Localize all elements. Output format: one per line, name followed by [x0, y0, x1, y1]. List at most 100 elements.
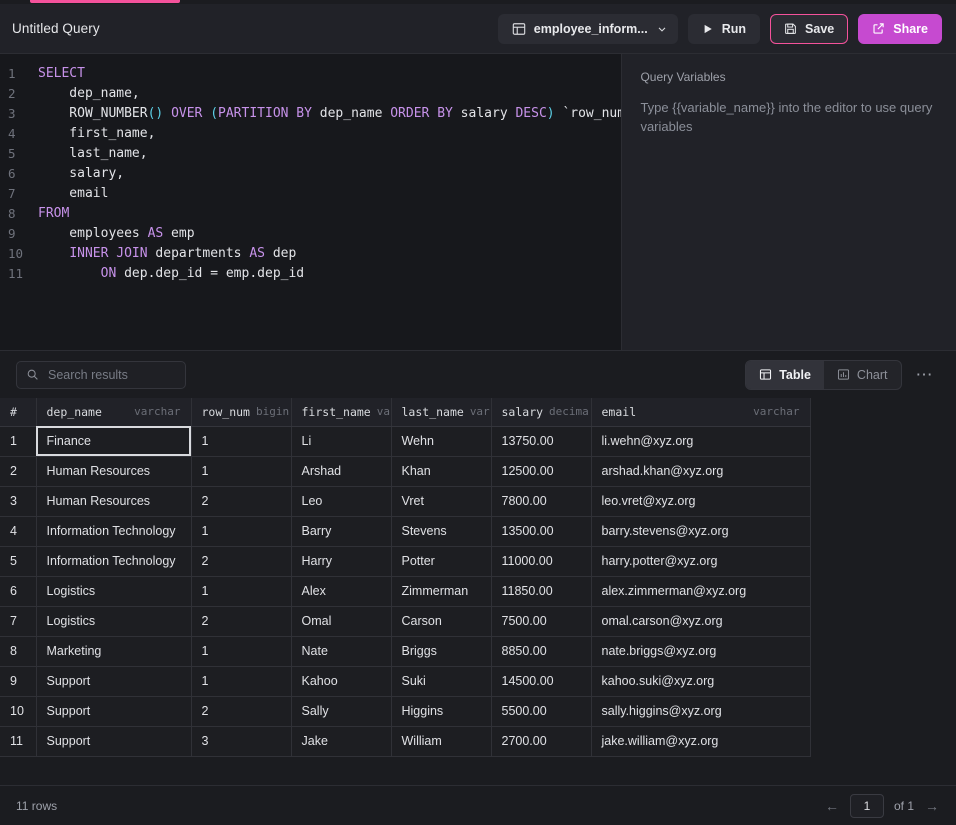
cell-first_name[interactable]: Sally [291, 696, 392, 727]
cell-row_num[interactable]: 1 [191, 516, 292, 547]
cell-first_name[interactable]: Arshad [291, 456, 392, 487]
cell-dep_name[interactable]: Logistics [36, 576, 192, 607]
column-header-dep_name[interactable]: dep_name varchar [36, 398, 192, 427]
database-selector[interactable]: employee_inform... [497, 13, 678, 44]
cell-email[interactable]: leo.vret@xyz.org [591, 486, 811, 517]
cell-dep_name[interactable]: Human Resources [36, 486, 192, 517]
cell-salary[interactable]: 11850.00 [491, 576, 592, 607]
cell-salary[interactable]: 13500.00 [491, 516, 592, 547]
cell-last_name[interactable]: Carson [391, 606, 492, 637]
cell-email[interactable]: li.wehn@xyz.org [591, 426, 811, 457]
search-icon [26, 368, 39, 381]
cell-first_name[interactable]: Omal [291, 606, 392, 637]
cell-row_num[interactable]: 2 [191, 606, 292, 637]
save-button[interactable]: Save [770, 13, 849, 44]
cell-row_num[interactable]: 1 [191, 426, 292, 457]
cell-dep_name[interactable]: Human Resources [36, 456, 192, 487]
column-header-last_name[interactable]: last_name var [391, 398, 492, 427]
cell-email[interactable]: kahoo.suki@xyz.org [591, 666, 811, 697]
share-button[interactable]: Share [858, 13, 942, 44]
table-row[interactable]: 3 Human Resources 2 Leo Vret 7800.00 leo.vret@… [0, 486, 811, 517]
run-button[interactable]: Run [687, 13, 761, 44]
cell-email[interactable]: sally.higgins@xyz.org [591, 696, 811, 727]
cell-email[interactable]: alex.zimmerman@xyz.org [591, 576, 811, 607]
cell-row_num[interactable]: 1 [191, 456, 292, 487]
cell-salary[interactable]: 14500.00 [491, 666, 592, 697]
cell-email[interactable]: nate.briggs@xyz.org [591, 636, 811, 667]
cell-last_name[interactable]: Potter [391, 546, 492, 577]
tab-table-view[interactable]: Table [746, 360, 824, 389]
cell-last_name[interactable]: Briggs [391, 636, 492, 667]
cell-salary[interactable]: 12500.00 [491, 456, 592, 487]
sql-editor[interactable]: 1 SELECT 2 dep_name, 3 ROW_NUMBER() OVER (P… [0, 54, 622, 350]
cell-dep_name[interactable]: Support [36, 696, 192, 727]
query-variables-title: Query Variables [640, 70, 726, 84]
cell-last_name[interactable]: Higgins [391, 696, 492, 727]
tab-chart-view[interactable]: Chart [824, 361, 901, 389]
cell-salary[interactable]: 7800.00 [491, 486, 592, 517]
table-row[interactable]: 7 Logistics 2 Omal Carson 7500.00 omal.carson@… [0, 606, 811, 637]
arrow-right-icon[interactable]: → [924, 798, 940, 814]
cell-dep_name[interactable]: Support [36, 666, 192, 697]
cell-first_name[interactable]: Barry [291, 516, 392, 547]
results-table-container[interactable]: # dep_name varchar row_num bigin first_nam… [0, 398, 956, 785]
cell-email[interactable]: barry.stevens@xyz.org [591, 516, 811, 547]
table-row[interactable]: 5 Information Technology 2 Harry Potter 11000… [0, 546, 811, 577]
table-row[interactable]: 1 Finance 1 Li Wehn 13750.00 li.wehn@xyz.org [0, 426, 811, 457]
cell-last_name[interactable]: Vret [391, 486, 492, 517]
table-row[interactable]: 6 Logistics 1 Alex Zimmerman 11850.00 alex.zim… [0, 576, 811, 607]
column-header-email[interactable]: email varchar [591, 398, 811, 427]
cell-first_name[interactable]: Nate [291, 636, 392, 667]
cell-row_num[interactable]: 2 [191, 486, 292, 517]
cell-row_num[interactable]: 2 [191, 696, 292, 727]
cell-first_name[interactable]: Jake [291, 726, 392, 757]
cell-email[interactable]: omal.carson@xyz.org [591, 606, 811, 637]
cell-salary[interactable]: 5500.00 [491, 696, 592, 727]
table-row[interactable]: 10 Support 2 Sally Higgins 5500.00 sally.higgi… [0, 696, 811, 727]
cell-dep_name[interactable]: Marketing [36, 636, 192, 667]
column-header-row_num[interactable]: row_num bigin [191, 398, 292, 427]
table-row[interactable]: 4 Information Technology 1 Barry Stevens 1350… [0, 516, 811, 547]
cell-salary[interactable]: 2700.00 [491, 726, 592, 757]
cell-last_name[interactable]: Zimmerman [391, 576, 492, 607]
cell-dep_name[interactable]: Logistics [36, 606, 192, 637]
table-row[interactable]: 9 Support 1 Kahoo Suki 14500.00 kahoo.suki@xyz… [0, 666, 811, 697]
line-number: 1 [8, 66, 16, 81]
more-horizontal-icon[interactable]: ⋯ [902, 366, 943, 383]
cell-first_name[interactable]: Alex [291, 576, 392, 607]
cell-last_name[interactable]: William [391, 726, 492, 757]
cell-last_name[interactable]: Suki [391, 666, 492, 697]
cell-dep_name[interactable]: Information Technology [36, 516, 192, 547]
cell-salary[interactable]: 13750.00 [491, 426, 592, 457]
table-row[interactable]: 8 Marketing 1 Nate Briggs 8850.00 nate.briggs@… [0, 636, 811, 667]
cell-dep_name[interactable]: Finance [36, 426, 192, 457]
cell-salary[interactable]: 8850.00 [491, 636, 592, 667]
cell-last_name[interactable]: Khan [391, 456, 492, 487]
cell-last_name[interactable]: Wehn [391, 426, 492, 457]
cell-salary[interactable]: 11000.00 [491, 546, 592, 577]
cell-first_name[interactable]: Harry [291, 546, 392, 577]
table-row[interactable]: 2 Human Resources 1 Arshad Khan 12500.00 arsha… [0, 456, 811, 487]
cell-dep_name[interactable]: Information Technology [36, 546, 192, 577]
search-results-box[interactable] [16, 360, 186, 389]
cell-row_num[interactable]: 3 [191, 726, 292, 757]
search-input[interactable] [48, 367, 176, 382]
arrow-left-icon[interactable]: ← [824, 798, 840, 814]
cell-first_name[interactable]: Leo [291, 486, 392, 517]
cell-email[interactable]: arshad.khan@xyz.org [591, 456, 811, 487]
cell-dep_name[interactable]: Support [36, 726, 192, 757]
cell-email[interactable]: harry.potter@xyz.org [591, 546, 811, 577]
cell-salary[interactable]: 7500.00 [491, 606, 592, 637]
cell-row_num[interactable]: 1 [191, 666, 292, 697]
table-row[interactable]: 11 Support 3 Jake William 2700.00 jake.william… [0, 726, 811, 757]
cell-last_name[interactable]: Stevens [391, 516, 492, 547]
cell-row_num[interactable]: 2 [191, 546, 292, 577]
cell-email[interactable]: jake.william@xyz.org [591, 726, 811, 757]
column-header-salary[interactable]: salary decima [491, 398, 592, 427]
cell-first_name[interactable]: Li [291, 426, 392, 457]
column-header-first_name[interactable]: first_name va [291, 398, 392, 427]
cell-row_num[interactable]: 1 [191, 576, 292, 607]
page-number-input[interactable] [849, 793, 884, 818]
cell-first_name[interactable]: Kahoo [291, 666, 392, 697]
cell-row_num[interactable]: 1 [191, 636, 292, 667]
